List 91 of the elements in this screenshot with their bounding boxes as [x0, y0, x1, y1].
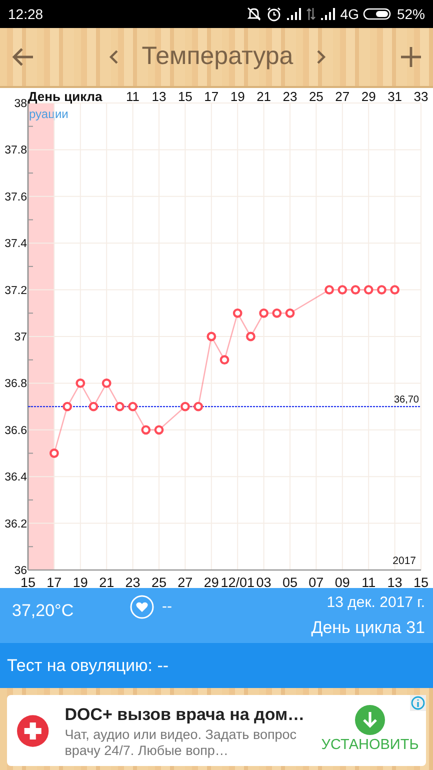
- data-point[interactable]: [232, 308, 242, 318]
- x-axis-label: 21: [99, 575, 114, 588]
- data-point[interactable]: [285, 308, 295, 318]
- y-axis-label: 36: [14, 565, 27, 577]
- data-point[interactable]: [377, 285, 386, 294]
- data-point[interactable]: [324, 285, 334, 294]
- cycle-day-label: 25: [308, 89, 324, 104]
- y-axis-label: 36.6: [4, 424, 27, 437]
- data-point[interactable]: [141, 425, 151, 435]
- x-axis-label: 07: [308, 575, 324, 588]
- cycle-day-label: 17: [204, 89, 219, 104]
- x-axis-label: 03: [256, 575, 272, 588]
- x-axis-label: 27: [178, 575, 193, 588]
- data-point[interactable]: [350, 285, 360, 294]
- status-time: 12:28: [8, 4, 44, 24]
- signal-icon: [320, 7, 336, 21]
- year-label: 2017: [392, 555, 416, 567]
- y-axis-label: 36.8: [4, 378, 27, 390]
- cycle-day-label: 21: [256, 89, 272, 104]
- back-arrow-icon[interactable]: [12, 47, 34, 67]
- axis-title: День цикла: [28, 89, 102, 104]
- ovulation-label: руации: [29, 107, 68, 121]
- cycle-day-label: 31: [388, 89, 402, 104]
- ad-card[interactable]: DOC+ вызов врача на дом… Чат, аудио или видео. Задать вопрос врачу 24/7. Любые вопр… УСТАНОВИТЬ: [7, 695, 426, 766]
- add-icon[interactable]: [401, 47, 421, 67]
- y-axis-label: 37.4: [4, 238, 27, 250]
- cycle-day-label: 29: [361, 89, 376, 104]
- x-axis-label: 17: [46, 575, 62, 588]
- alarm-icon: [266, 6, 282, 22]
- network-label: 4G: [340, 4, 359, 24]
- previous-chevron-icon[interactable]: [108, 50, 118, 64]
- data-point[interactable]: [206, 332, 216, 342]
- data-point[interactable]: [194, 402, 203, 412]
- y-axis-label: 37.6: [4, 191, 27, 204]
- data-point[interactable]: [390, 285, 400, 294]
- data-point[interactable]: [102, 378, 112, 388]
- mute-icon: [246, 6, 262, 22]
- battery-label: 52%: [396, 4, 425, 24]
- data-point[interactable]: [50, 448, 59, 458]
- date-label: 13 дек. 2017 г.: [326, 593, 425, 613]
- cycle-day-label: 23: [282, 89, 298, 104]
- y-axis-label: 37: [14, 332, 27, 344]
- cycle-day-label: 15: [178, 89, 192, 104]
- data-point[interactable]: [338, 285, 348, 294]
- baseline-label: 36,70: [394, 394, 419, 406]
- data-point[interactable]: [76, 378, 86, 388]
- x-axis-label: 12/01: [220, 575, 254, 588]
- cycle-day-label: День цикла 31: [311, 616, 425, 638]
- download-icon: [355, 704, 385, 735]
- x-axis-label: 15: [20, 575, 36, 588]
- cycle-day-label: 11: [126, 89, 140, 104]
- cycle-day-label: 19: [230, 89, 245, 104]
- ad-title: DOC+ вызов врача на дом…: [64, 704, 306, 726]
- ad-description: Чат, аудио или видео. Задать вопрос врачу 24/7. Любые вопр…: [64, 727, 298, 760]
- data-point[interactable]: [272, 308, 282, 318]
- screen-title: Температура: [142, 41, 294, 72]
- data-point[interactable]: [88, 402, 98, 412]
- ovulation-test-label: Тест на овуляцию: --: [7, 654, 169, 677]
- y-axis-label: 38: [14, 98, 27, 110]
- mark-value: --: [162, 597, 172, 617]
- x-axis-label: 13: [387, 575, 402, 588]
- y-axis-label: 37.8: [4, 144, 27, 157]
- cycle-day-label: 13: [152, 89, 166, 104]
- x-axis-label: 19: [72, 575, 88, 588]
- x-axis-label: 05: [282, 575, 298, 588]
- cycle-day-label: 27: [335, 89, 350, 104]
- next-chevron-icon[interactable]: [317, 50, 326, 64]
- x-axis-label: 11: [362, 575, 376, 588]
- battery-icon: [362, 7, 393, 21]
- data-point[interactable]: [180, 402, 190, 412]
- data-point[interactable]: [154, 425, 164, 435]
- x-axis-label: 23: [125, 575, 140, 588]
- x-axis-label: 09: [334, 575, 350, 588]
- data-point[interactable]: [220, 355, 230, 365]
- x-axis-label: 25: [151, 575, 167, 588]
- y-axis-label: 36.4: [4, 472, 27, 484]
- data-point[interactable]: [246, 332, 256, 342]
- data-point[interactable]: [62, 402, 72, 412]
- x-axis-label: 29: [204, 575, 219, 588]
- y-axis-label: 36.2: [4, 518, 27, 530]
- signal-icon: [286, 7, 302, 21]
- temperature-value: 37,20°C: [12, 600, 75, 622]
- data-point[interactable]: [364, 285, 374, 294]
- y-axis-label: 37.2: [4, 284, 27, 297]
- data-point[interactable]: [115, 402, 124, 412]
- data-point[interactable]: [128, 402, 138, 412]
- data-point[interactable]: [259, 308, 268, 318]
- info-icon[interactable]: [410, 695, 426, 711]
- x-axis-label: 15: [413, 575, 429, 588]
- cycle-day-label: 33: [414, 89, 428, 104]
- data-arrows-icon: [306, 7, 316, 21]
